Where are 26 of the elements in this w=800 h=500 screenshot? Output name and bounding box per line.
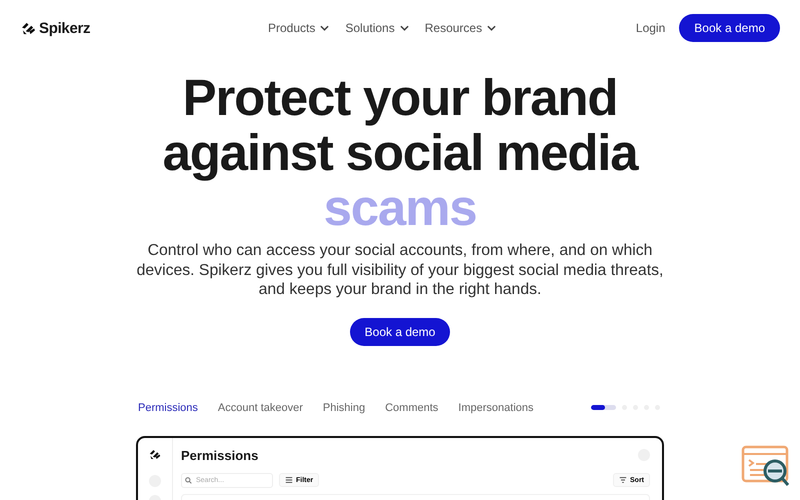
feature-tab[interactable]: Permissions <box>138 402 198 414</box>
logo-icon <box>149 448 161 460</box>
logo-icon <box>21 22 36 34</box>
chevron-down-icon <box>400 25 409 31</box>
sort-icon <box>619 476 627 484</box>
feature-tab[interactable]: Phishing <box>322 402 366 414</box>
login-link[interactable]: Login <box>636 21 666 35</box>
browser-magnifier-icon[interactable] <box>741 444 791 488</box>
feature-tab[interactable]: Impersonations <box>458 402 534 414</box>
book-demo-button[interactable]: Book a demo <box>679 14 780 42</box>
feature-tab[interactable]: Comments <box>385 402 438 414</box>
nav-menu-link[interactable]: Resources <box>424 21 496 35</box>
book-demo-button[interactable]: Book a demo <box>350 318 450 346</box>
hero-highlight: scams <box>324 180 476 235</box>
chevron-down-icon <box>487 25 496 31</box>
brand-logo[interactable]: Spikerz <box>21 20 261 36</box>
carousel-progress-track[interactable] <box>591 405 616 410</box>
nav-menu-link[interactable]: Solutions <box>345 21 409 35</box>
hero-description: Control who can access your social accounts, from where, and on which devices. Spikerz gives you full visibility of your biggest social media threats, and keeps your brand in the right hands. <box>136 241 664 300</box>
feature-tab[interactable]: Account takeover <box>218 402 303 414</box>
chevron-down-icon <box>320 25 330 31</box>
filter-icon <box>285 476 293 484</box>
page-title: Permissions <box>181 448 258 462</box>
hero-heading: against social media <box>162 125 638 180</box>
nav-menu-link[interactable]: Products <box>268 21 330 35</box>
hero-heading: Protect your brand <box>182 70 618 125</box>
